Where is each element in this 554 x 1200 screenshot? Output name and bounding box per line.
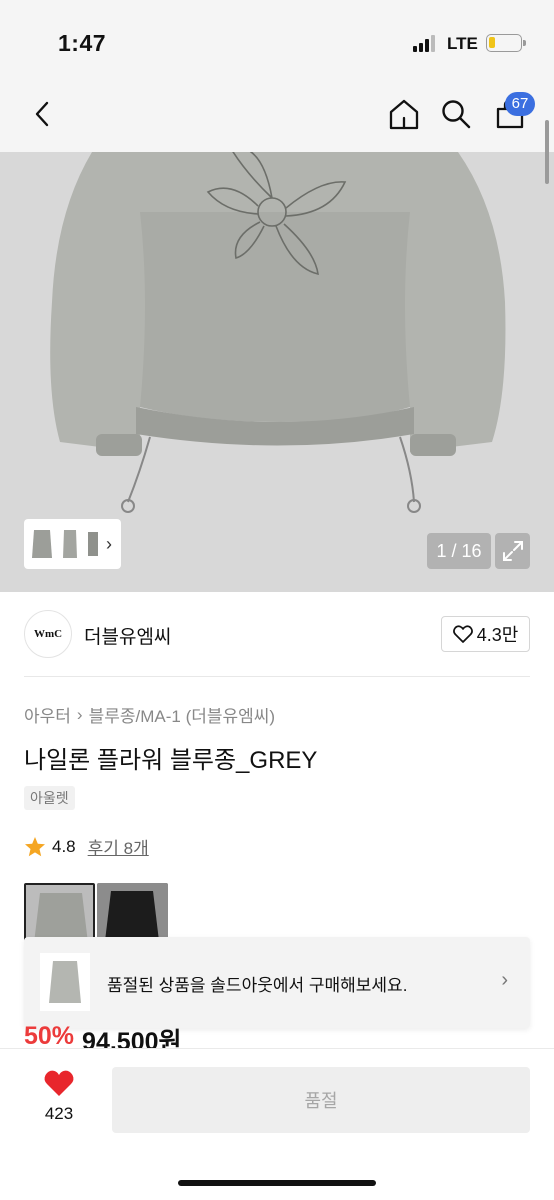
product-title: 나일론 플라워 블루종_GREY — [24, 747, 318, 774]
scrollbar[interactable] — [545, 120, 549, 184]
product-image-carousel[interactable]: › 1 / 16 — [0, 152, 554, 592]
brand-logo-text: WmC — [33, 628, 63, 640]
chevron-right-icon: › — [501, 969, 508, 991]
soldout-product-thumbnail — [40, 953, 90, 1011]
price-row: 50% 94.500원 — [24, 1022, 182, 1050]
battery-icon — [486, 34, 526, 52]
search-icon — [442, 100, 471, 129]
soldout-promo-banner[interactable]: 품절된 상품을 솔드아웃에서 구매해보세요. › — [24, 937, 530, 1028]
expand-icon — [502, 541, 523, 561]
soldout-promo-text: 품절된 상품을 솔드아웃에서 구매해보세요. — [107, 976, 408, 995]
cart-count-badge: 67 — [505, 92, 535, 116]
thumbnail-image — [32, 530, 52, 558]
expand-image-button[interactable] — [495, 533, 530, 569]
star-icon — [25, 836, 45, 856]
wishlist-count: 423 — [44, 1104, 74, 1123]
variant-black[interactable] — [97, 883, 168, 941]
brand-name[interactable]: 더블유엠씨 — [84, 622, 171, 649]
chevron-left-icon — [35, 101, 49, 127]
price-amount: 94.500원 — [82, 1028, 182, 1050]
brand-like-button[interactable]: 4.3만 — [441, 616, 530, 652]
outlet-tag: 아울렛 — [24, 786, 75, 810]
thumbnail-image — [63, 530, 77, 558]
divider — [24, 676, 530, 677]
breadcrumb: 아우터 › 블루종/MA-1 (더블유엠씨) — [24, 702, 275, 727]
chevron-right-icon: › — [76, 704, 83, 724]
search-button[interactable] — [436, 94, 476, 134]
image-page-counter: 1 / 16 — [427, 533, 491, 569]
wishlist-button[interactable]: 423 — [30, 1069, 88, 1124]
sold-out-button[interactable]: 품절 — [112, 1067, 530, 1133]
home-indicator — [178, 1180, 376, 1186]
rating-row: 4.8 후기 8개 — [24, 834, 149, 859]
reviews-link[interactable]: 후기 8개 — [88, 834, 149, 859]
back-button[interactable] — [22, 94, 62, 134]
brand-logo[interactable]: WmC — [24, 610, 72, 658]
signal-icon — [413, 34, 439, 52]
chevron-right-icon: › — [106, 533, 112, 554]
variant-grey[interactable] — [24, 883, 95, 941]
status-time: 1:47 — [58, 30, 107, 56]
network-label: LTE — [447, 34, 478, 53]
thumbnail-image — [88, 532, 98, 556]
discount-rate: 50% — [24, 1022, 75, 1050]
home-button[interactable] — [384, 94, 424, 134]
brand-like-count: 4.3만 — [476, 625, 519, 645]
variant-thumbnail-black — [97, 883, 168, 941]
thumbnail-strip[interactable]: › — [24, 519, 121, 569]
home-icon — [389, 99, 419, 130]
breadcrumb-subcategory[interactable]: 블루종/MA-1 (더블유엠씨) — [89, 702, 276, 727]
status-bar: 1:47 LTE — [0, 0, 554, 86]
brand-row[interactable]: WmC 더블유엠씨 4.3만 — [0, 592, 554, 678]
heart-outline-icon — [452, 625, 473, 643]
heart-filled-icon — [44, 1070, 74, 1096]
variant-thumbnail-grey — [26, 885, 93, 939]
top-nav — [0, 86, 554, 152]
bottom-action-bar: 423 품절 — [0, 1048, 554, 1200]
breadcrumb-category[interactable]: 아우터 — [24, 702, 71, 727]
rating-value: 4.8 — [52, 836, 76, 856]
